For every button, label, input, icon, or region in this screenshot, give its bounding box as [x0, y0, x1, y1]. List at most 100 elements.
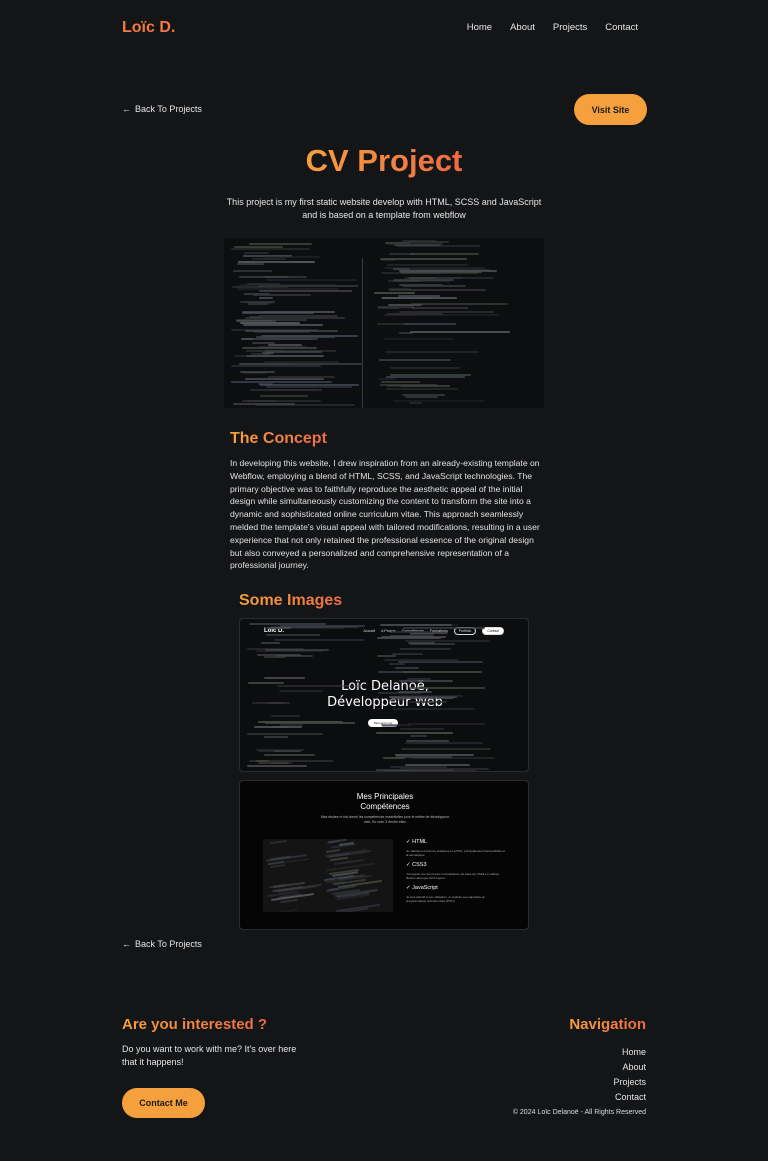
concept-text: In developing this website, I drew inspi…	[230, 458, 540, 571]
code-texture-line	[386, 388, 458, 391]
code-texture-line	[409, 314, 500, 317]
code-texture-line	[331, 843, 356, 850]
back-to-projects-link-top[interactable]: ← Back To Projects	[122, 104, 202, 114]
code-texture-line	[395, 667, 420, 670]
code-texture-line	[384, 769, 410, 771]
code-texture-line	[277, 908, 298, 912]
code-texture-line	[399, 728, 444, 731]
check-icon: ✓	[406, 885, 411, 891]
skill-item: ✓ HTML Je maîtrise les bonnes pratiques …	[406, 839, 506, 857]
code-texture-line	[409, 330, 511, 333]
code-texture-line	[265, 278, 358, 281]
code-texture-line	[398, 690, 432, 693]
page-subtitle: This project is my first static website …	[226, 197, 542, 220]
visit-site-button[interactable]: Visit Site	[574, 94, 647, 125]
code-texture-line	[387, 303, 422, 306]
code-texture-line	[398, 660, 484, 663]
code-texture-line	[409, 701, 448, 704]
skill-desc: Je suis attentif à son utilisation, et e…	[406, 895, 486, 903]
code-texture-line	[254, 725, 302, 728]
code-texture-line	[410, 253, 479, 256]
code-texture-line	[409, 402, 422, 405]
code-texture-line	[398, 767, 490, 770]
code-texture-line	[258, 289, 353, 292]
code-texture-line	[391, 631, 432, 634]
code-texture-line	[378, 358, 452, 361]
code-texture-line	[230, 364, 321, 367]
code-texture-line	[388, 698, 406, 701]
code-texture-line	[382, 296, 458, 299]
code-texture-line	[251, 702, 290, 705]
back-link-label: Back To Projects	[135, 939, 202, 949]
code-texture-line	[401, 747, 491, 750]
code-texture-line	[230, 381, 332, 384]
code-texture-line	[397, 245, 480, 248]
code-texture-line	[389, 367, 461, 369]
code-texture-line	[261, 351, 274, 354]
contact-me-button[interactable]: Contact Me	[122, 1088, 205, 1118]
code-texture-line	[403, 277, 462, 280]
check-icon: ✓	[406, 862, 411, 868]
page-title: CV Project	[0, 143, 768, 179]
images-heading: Some Images	[239, 592, 343, 609]
code-texture-line	[270, 864, 286, 869]
code-texture-line	[374, 291, 415, 294]
mini-nav-item: Accueil	[363, 629, 376, 633]
code-texture-line	[404, 323, 457, 326]
code-texture-line	[379, 623, 452, 626]
code-texture-line	[249, 315, 262, 318]
code-texture-line	[237, 288, 339, 291]
footer-nav-home[interactable]: Home	[613, 1045, 646, 1060]
code-texture-line	[271, 714, 300, 717]
code-texture-line	[278, 689, 324, 692]
footer-nav-contact[interactable]: Contact	[613, 1090, 646, 1105]
arrow-left-icon: ←	[122, 939, 131, 949]
code-texture-line	[245, 349, 337, 352]
mini2-skill-list: ✓ HTML Je maîtrise les bonnes pratiques …	[406, 839, 506, 908]
code-texture-line	[266, 350, 285, 352]
footer-nav-about[interactable]: About	[613, 1060, 646, 1075]
code-texture-line	[242, 323, 323, 326]
code-texture-line	[411, 306, 468, 309]
code-texture-line	[273, 639, 364, 642]
code-texture-line	[270, 840, 288, 845]
mini2-title-line2: Compétences	[360, 802, 410, 811]
code-texture-line	[399, 694, 464, 697]
nav-contact[interactable]: Contact	[605, 22, 638, 33]
code-texture-line	[410, 302, 508, 305]
skill-item: ✓ JavaScript Je suis attentif à son util…	[406, 885, 506, 903]
code-texture-line	[263, 337, 318, 340]
code-texture-line	[393, 278, 455, 281]
code-texture-line	[376, 655, 397, 658]
code-texture-line	[253, 293, 311, 296]
footer-interest-text: Do you want to work with me? It's over h…	[122, 1044, 297, 1067]
code-texture-line	[265, 634, 320, 637]
code-divider	[362, 258, 363, 408]
nav-home[interactable]: Home	[467, 22, 492, 33]
mini-contact-pill: Contact	[482, 627, 504, 635]
mini2-title-line1: Mes Principales	[356, 792, 414, 801]
code-texture-line	[265, 386, 352, 389]
code-texture-line	[247, 681, 285, 684]
site-logo[interactable]: Loïc D.	[122, 19, 175, 37]
code-texture-line	[240, 338, 254, 341]
main-nav: Home About Projects Contact	[467, 22, 638, 33]
code-texture-line	[381, 259, 395, 262]
code-texture-line	[404, 741, 484, 744]
footer-nav-projects[interactable]: Projects	[613, 1075, 646, 1090]
code-texture-line	[402, 670, 482, 673]
nav-projects[interactable]: Projects	[553, 22, 587, 33]
code-texture-line	[260, 642, 281, 645]
code-texture-line	[236, 263, 264, 266]
code-texture-line	[258, 721, 343, 724]
nav-about[interactable]: About	[510, 22, 535, 33]
code-texture-line	[389, 662, 405, 665]
code-texture-line	[241, 399, 322, 402]
back-to-projects-link-bottom[interactable]: ← Back To Projects	[122, 939, 202, 949]
code-texture-line	[256, 748, 305, 751]
skill-item: ✓ CSS3 J'ai acquis une très bonne connai…	[406, 862, 506, 880]
code-texture-line	[239, 301, 275, 304]
hero-code-image	[224, 238, 544, 408]
code-texture-line	[379, 383, 437, 386]
code-texture-line	[254, 330, 310, 333]
